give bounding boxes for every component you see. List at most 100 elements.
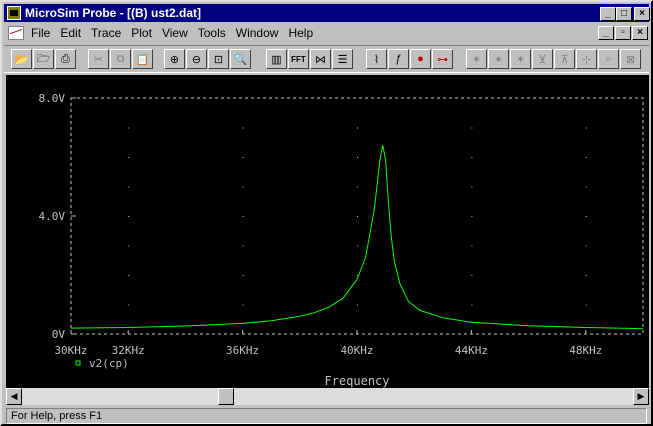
grid-dot <box>471 275 473 276</box>
cursor-slope-icon[interactable]: ✶ <box>510 49 531 69</box>
grid-dot <box>128 275 130 276</box>
open-folder-icon[interactable]: 🗁 <box>33 49 54 69</box>
menu-bar: File Edit Trace Plot View Tools Window H… <box>4 23 649 43</box>
add-trace-icon[interactable]: ⌇ <box>366 49 387 69</box>
window-title: MicroSim Probe - [(B) ust2.dat] <box>25 6 202 20</box>
legend-marker <box>75 360 81 366</box>
y-tick-label: 4.0V <box>39 210 66 223</box>
grid-dot <box>471 186 473 188</box>
doc-minimize-button[interactable]: _ <box>598 26 614 40</box>
x-axis-label: Frequency <box>324 374 389 388</box>
grid-dot <box>128 216 130 217</box>
grid-dot <box>471 157 473 158</box>
x-tick-label: 40KHz <box>340 344 373 357</box>
x-tick-label: 30KHz <box>54 344 87 357</box>
print-icon[interactable]: ⎙ <box>55 49 76 69</box>
minimize-button[interactable]: _ <box>600 7 616 21</box>
grid-dot <box>242 245 244 247</box>
cursor-search-icon[interactable]: ⌕ <box>598 49 619 69</box>
title-bar[interactable]: MicroSim Probe - [(B) ust2.dat] _ □ × <box>4 4 650 22</box>
maximize-button[interactable]: □ <box>616 7 632 21</box>
status-bar: For Help, press F1 <box>4 407 649 425</box>
y-tick-label: 8.0V <box>39 92 66 105</box>
cut-icon[interactable]: ✂ <box>88 49 109 69</box>
grid-dot <box>128 245 130 247</box>
grid-dot <box>585 216 587 217</box>
probe-window: MicroSim Probe - [(B) ust2.dat] _ □ × Fi… <box>0 0 653 426</box>
grid-dot <box>357 245 358 247</box>
grid-dot <box>585 304 587 306</box>
grid-dot <box>585 275 587 276</box>
grid-dot <box>128 127 130 129</box>
legend-label: v2(cp) <box>89 357 129 370</box>
series-line <box>70 145 644 330</box>
copy-icon[interactable]: ⧉ <box>110 49 131 69</box>
cursor-max-icon[interactable]: ⊼ <box>554 49 575 69</box>
grid-dot <box>242 186 244 188</box>
horizontal-scrollbar[interactable]: ◀ ▶ <box>6 388 649 405</box>
menu-edit[interactable]: Edit <box>55 26 86 40</box>
grid-dot <box>128 304 130 306</box>
open-file-icon[interactable]: 📂 <box>11 49 32 69</box>
menu-tools[interactable]: Tools <box>193 26 231 40</box>
close-button[interactable]: × <box>634 7 650 21</box>
cursor-label-icon[interactable]: ⊠ <box>620 49 641 69</box>
log-y-icon[interactable]: ☰ <box>332 49 353 69</box>
grid-dot <box>128 186 130 188</box>
menu-plot[interactable]: Plot <box>126 26 157 40</box>
grid-dot <box>585 157 587 158</box>
cursor-point-icon[interactable]: ⊹ <box>576 49 597 69</box>
x-tick-label: 32KHz <box>112 344 145 357</box>
grid-dot <box>242 304 244 306</box>
toolbar: 📂 🗁 ⎙ ✂ ⧉ 📋 ⊕ ⊖ ⊡ 🔍 ▥ FFT ⋈ ☰ ⌇ ƒ ● ⊶ ✶ … <box>4 45 649 73</box>
menu-trace[interactable]: Trace <box>86 26 126 40</box>
grid-dot <box>585 186 587 188</box>
scroll-left-button[interactable]: ◀ <box>6 388 22 405</box>
grid-dot <box>357 186 358 188</box>
zoom-fit-icon[interactable]: 🔍 <box>230 49 251 69</box>
frequency-response-chart: 0V 4.0V 8.0V 30KHz 32KHz 36KHz 40KHz 44KHz 48KHz… <box>39 92 644 388</box>
scroll-thumb[interactable] <box>218 388 235 405</box>
zoom-area-icon[interactable]: ⊡ <box>208 49 229 69</box>
grid-dot <box>128 157 130 158</box>
menu-window[interactable]: Window <box>231 26 284 40</box>
x-tick-label: 44KHz <box>455 344 488 357</box>
grid-dot <box>242 157 244 158</box>
grid-dot <box>357 127 358 129</box>
cursor-peak-icon[interactable]: ✶ <box>466 49 487 69</box>
grid-dot <box>471 245 473 247</box>
grid-dot <box>471 216 473 217</box>
document-system-icon[interactable] <box>8 26 24 40</box>
grid-dot <box>585 245 587 247</box>
paste-icon[interactable]: 📋 <box>132 49 153 69</box>
grid-dot <box>242 275 244 276</box>
app-icon[interactable] <box>7 6 21 20</box>
menu-file[interactable]: File <box>26 26 55 40</box>
x-tick-label: 48KHz <box>569 344 602 357</box>
scroll-right-button[interactable]: ▶ <box>633 388 649 405</box>
log-x-icon[interactable]: ▥ <box>266 49 287 69</box>
color-trace-icon[interactable]: ● <box>410 49 431 69</box>
x-tick-label: 36KHz <box>226 344 259 357</box>
grid-dot <box>357 157 358 158</box>
status-text: For Help, press F1 <box>6 408 647 424</box>
cursor-trough-icon[interactable]: ✶ <box>488 49 509 69</box>
menu-view[interactable]: View <box>157 26 193 40</box>
grid-dot <box>471 304 473 306</box>
menu-help[interactable]: Help <box>283 26 318 40</box>
eval-goal-function-icon[interactable]: ƒ <box>388 49 409 69</box>
grid-dot <box>242 127 244 129</box>
mark-label-icon[interactable]: ⊶ <box>432 49 453 69</box>
fft-icon[interactable]: FFT <box>288 49 309 69</box>
y-tick-label: 0V <box>52 328 66 341</box>
performance-analysis-icon[interactable]: ⋈ <box>310 49 331 69</box>
plot-area[interactable]: 0V 4.0V 8.0V 30KHz 32KHz 36KHz 40KHz 44KHz 48KHz… <box>6 75 649 388</box>
grid-dot <box>471 127 473 129</box>
grid-dot <box>357 216 358 217</box>
cursor-min-icon[interactable]: ⊻ <box>532 49 553 69</box>
doc-close-button[interactable]: × <box>632 26 648 40</box>
grid-dot <box>242 216 244 217</box>
zoom-in-icon[interactable]: ⊕ <box>164 49 185 69</box>
zoom-out-icon[interactable]: ⊖ <box>186 49 207 69</box>
doc-restore-button[interactable]: ▫ <box>615 26 631 40</box>
